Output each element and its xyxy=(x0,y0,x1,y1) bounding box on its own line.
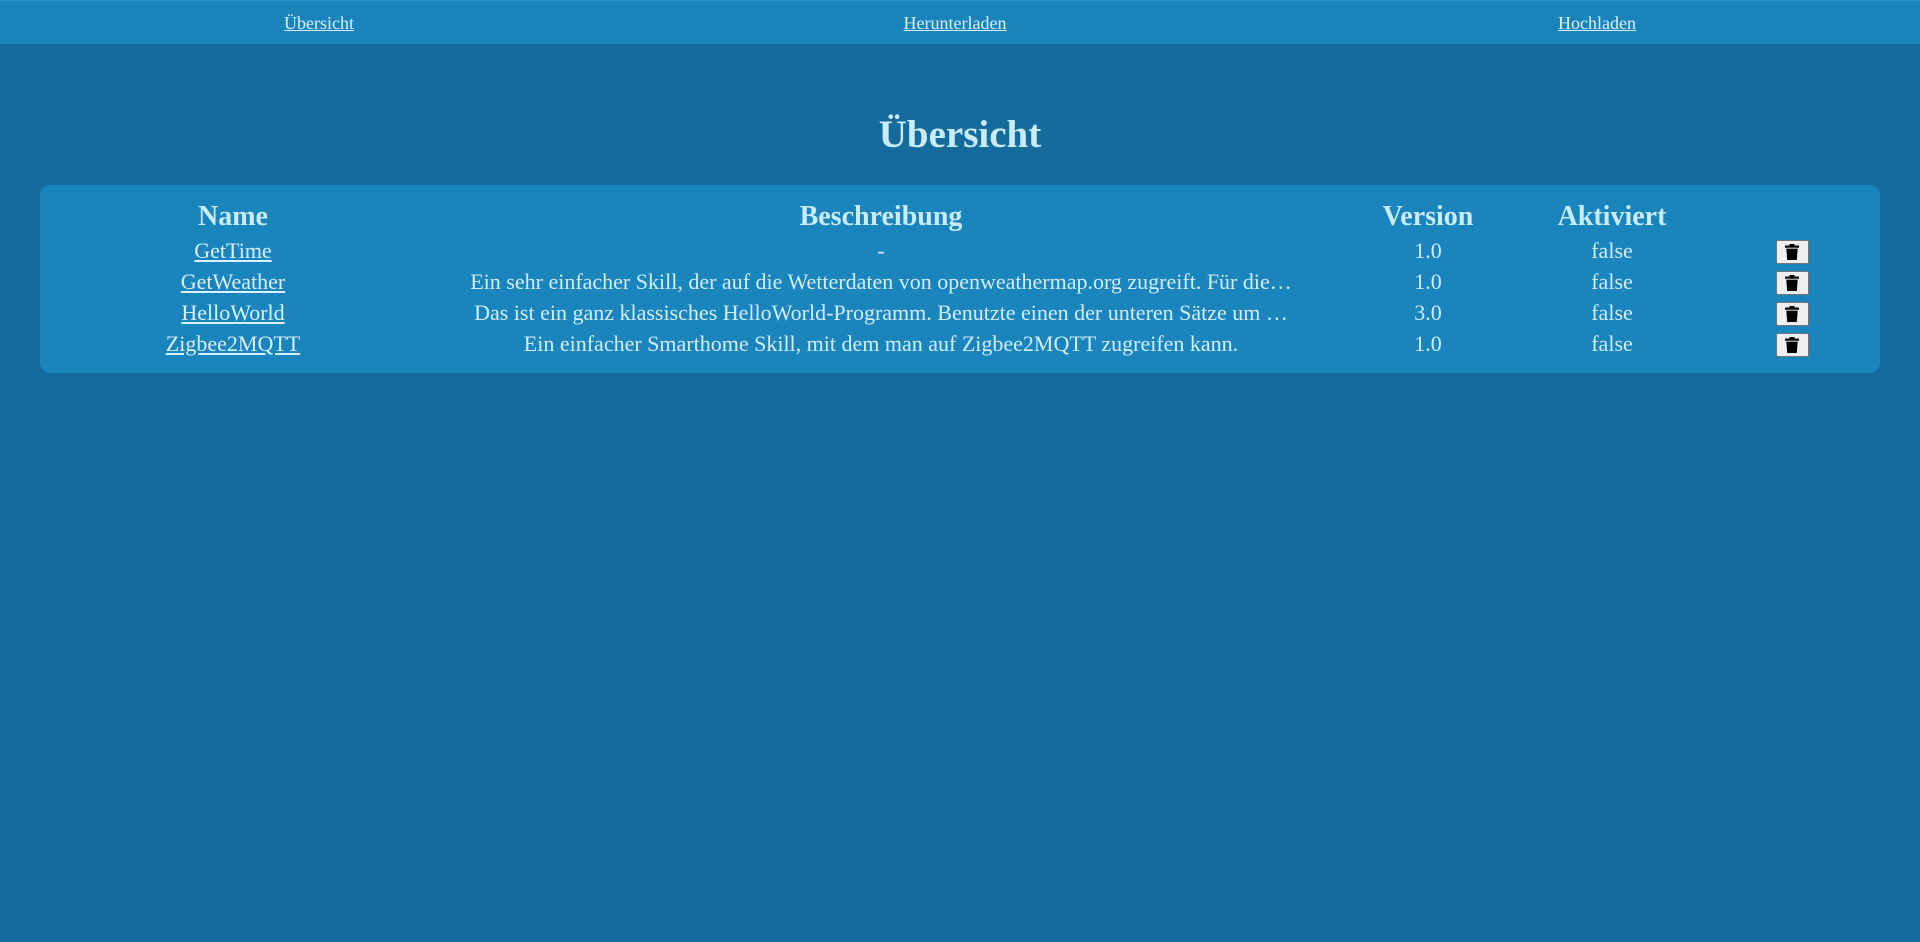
skill-actions xyxy=(1704,266,1880,297)
skill-version: 3.0 xyxy=(1414,299,1442,325)
skill-enabled: false xyxy=(1591,268,1633,294)
nav-link-herunterladen[interactable]: Herunterladen xyxy=(904,1,1007,45)
skill-enabled: false xyxy=(1591,330,1633,356)
nav-link-hochladen[interactable]: Hochladen xyxy=(1558,1,1636,45)
skill-name-cell: GetWeather xyxy=(40,266,426,297)
table-row: GetWeather Ein sehr einfacher Skill, der… xyxy=(40,266,1880,297)
skill-actions xyxy=(1704,328,1880,359)
skill-name-cell: GetTime xyxy=(40,235,426,266)
skill-description: Ein einfacher Smarthome Skill, mit dem m… xyxy=(523,331,1239,357)
skill-actions xyxy=(1704,235,1880,266)
skill-name-cell: Zigbee2MQTT xyxy=(40,328,426,359)
skill-description: - xyxy=(877,238,885,264)
skill-actions xyxy=(1704,297,1880,328)
column-header-version: Version xyxy=(1382,201,1474,232)
delete-button[interactable] xyxy=(1775,270,1809,295)
skills-table: Name Beschreibung Version Aktiviert GetT… xyxy=(40,199,1880,359)
skill-link[interactable]: HelloWorld xyxy=(181,300,284,325)
skill-enabled: false xyxy=(1591,299,1633,325)
top-navigation: Übersicht Herunterladen Hochladen xyxy=(0,0,1920,44)
trash-icon xyxy=(1785,243,1799,260)
skills-panel: Name Beschreibung Version Aktiviert GetT… xyxy=(40,185,1880,373)
nav-link-uebersicht[interactable]: Übersicht xyxy=(284,1,354,45)
skill-version: 1.0 xyxy=(1414,330,1442,356)
trash-icon xyxy=(1785,336,1799,353)
trash-icon xyxy=(1785,274,1799,291)
skill-version: 1.0 xyxy=(1414,237,1442,263)
skill-description: Ein sehr einfacher Skill, der auf die We… xyxy=(470,269,1292,295)
column-header-name: Name xyxy=(198,201,268,232)
column-header-enabled: Aktiviert xyxy=(1557,201,1667,232)
table-header-row: Name Beschreibung Version Aktiviert xyxy=(40,199,1880,235)
table-row: HelloWorld Das ist ein ganz klassisches … xyxy=(40,297,1880,328)
skill-enabled: false xyxy=(1591,237,1633,263)
skill-description: Das ist ein ganz klassisches HelloWorld-… xyxy=(474,300,1288,326)
column-header-description: Beschreibung xyxy=(799,201,963,232)
delete-button[interactable] xyxy=(1775,239,1809,264)
column-header-actions xyxy=(1704,199,1880,235)
skill-version: 1.0 xyxy=(1414,268,1442,294)
skill-link[interactable]: GetTime xyxy=(194,238,271,263)
trash-icon xyxy=(1785,305,1799,322)
table-row: Zigbee2MQTT Ein einfacher Smarthome Skil… xyxy=(40,328,1880,359)
skill-link[interactable]: Zigbee2MQTT xyxy=(166,331,300,356)
delete-button[interactable] xyxy=(1775,332,1809,357)
table-row: GetTime - 1.0 false xyxy=(40,235,1880,266)
delete-button[interactable] xyxy=(1775,301,1809,326)
page-title: Übersicht xyxy=(878,113,1042,156)
skill-name-cell: HelloWorld xyxy=(40,297,426,328)
skill-link[interactable]: GetWeather xyxy=(181,269,286,294)
